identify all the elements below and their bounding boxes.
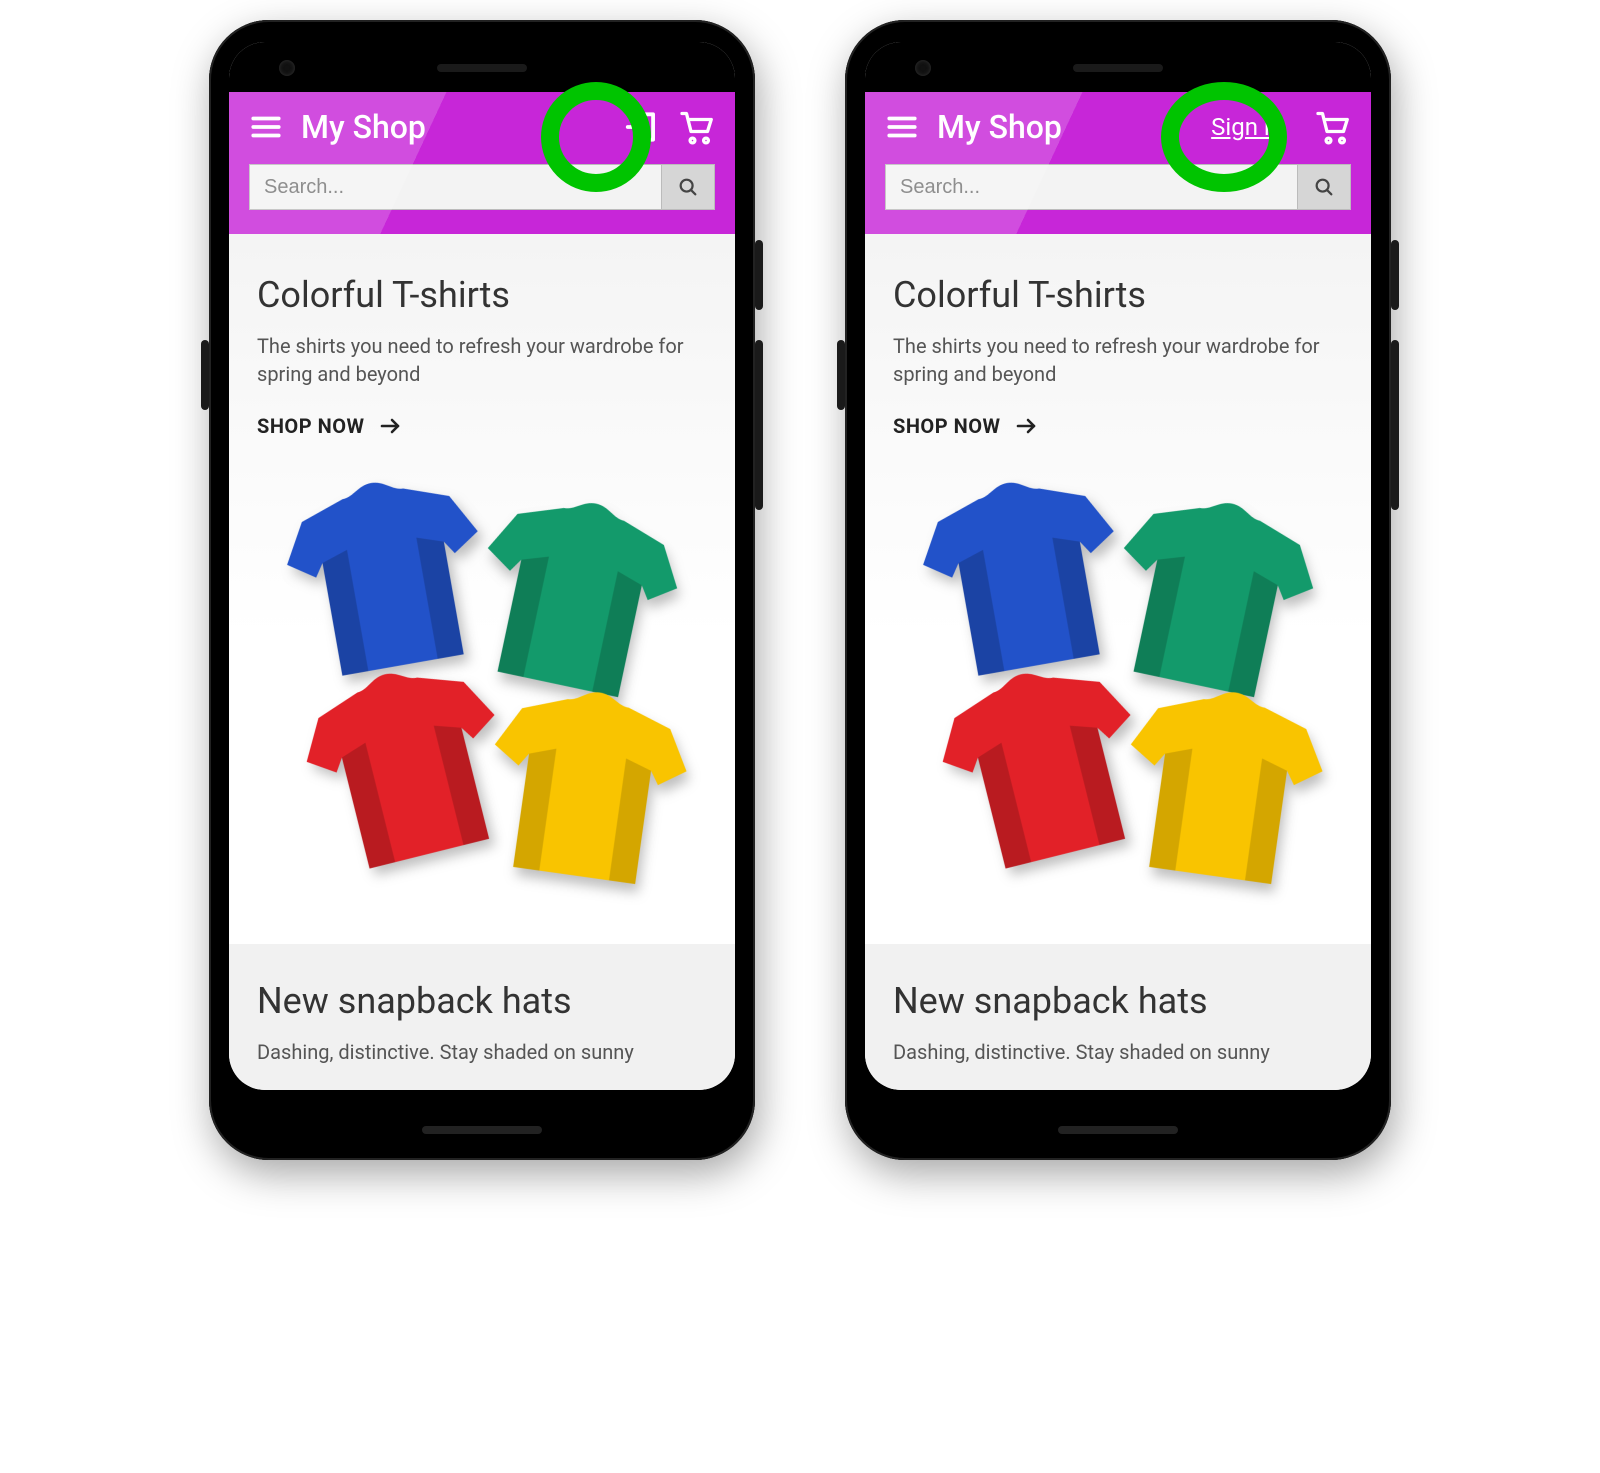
hero-subtitle: The shirts you need to refresh your ward… bbox=[257, 332, 707, 388]
hamburger-icon bbox=[249, 110, 283, 144]
product-image bbox=[267, 464, 697, 894]
power-button[interactable] bbox=[837, 340, 845, 410]
cart-icon bbox=[679, 109, 715, 145]
shop-now-label: SHOP NOW bbox=[257, 414, 365, 438]
hero-title: Colorful T-shirts bbox=[257, 274, 707, 316]
search-row bbox=[249, 164, 715, 210]
hats-subtitle: Dashing, distinctive. Stay shaded on sun… bbox=[893, 1038, 1343, 1066]
hats-subtitle: Dashing, distinctive. Stay shaded on sun… bbox=[257, 1038, 707, 1066]
hats-title: New snapback hats bbox=[257, 980, 707, 1022]
app-title: My Shop bbox=[301, 108, 426, 146]
volume-up-button[interactable] bbox=[755, 240, 763, 310]
search-row bbox=[885, 164, 1351, 210]
app-header: My Shop Sign in bbox=[865, 92, 1371, 234]
hats-title: New snapback hats bbox=[893, 980, 1343, 1022]
signin-button[interactable] bbox=[623, 108, 661, 146]
volume-down-button[interactable] bbox=[1391, 340, 1399, 510]
tshirt-yellow bbox=[1089, 658, 1357, 909]
hero-section: Colorful T-shirts The shirts you need to… bbox=[229, 234, 735, 904]
section-hats: New snapback hats Dashing, distinctive. … bbox=[229, 944, 735, 1090]
search-button[interactable] bbox=[1297, 164, 1351, 210]
topbar: My Shop Sign in bbox=[885, 108, 1351, 146]
bezel-top bbox=[865, 42, 1371, 92]
bezel-top bbox=[229, 42, 735, 92]
front-camera bbox=[279, 60, 295, 76]
arrow-right-icon bbox=[379, 414, 403, 438]
speaker-bottom bbox=[422, 1126, 542, 1134]
search-input[interactable] bbox=[249, 164, 661, 210]
search-input[interactable] bbox=[885, 164, 1297, 210]
product-image bbox=[903, 464, 1333, 894]
cart-icon bbox=[1315, 109, 1351, 145]
cart-button[interactable] bbox=[1315, 109, 1351, 145]
speaker-top bbox=[1073, 64, 1163, 72]
hero-title: Colorful T-shirts bbox=[893, 274, 1343, 316]
menu-button[interactable] bbox=[885, 110, 919, 144]
hero-subtitle: The shirts you need to refresh your ward… bbox=[893, 332, 1343, 388]
power-button[interactable] bbox=[201, 340, 209, 410]
screen: My Shop Sign in Colorful T-shirts The sh… bbox=[865, 42, 1371, 1090]
search-button[interactable] bbox=[661, 164, 715, 210]
section-hats: New snapback hats Dashing, distinctive. … bbox=[865, 944, 1371, 1090]
cart-button[interactable] bbox=[679, 109, 715, 145]
hamburger-icon bbox=[885, 110, 919, 144]
signin-link[interactable]: Sign in bbox=[1211, 113, 1283, 141]
shop-now-button[interactable]: SHOP NOW bbox=[257, 414, 707, 438]
speaker-bottom bbox=[1058, 1126, 1178, 1134]
menu-button[interactable] bbox=[249, 110, 283, 144]
front-camera bbox=[915, 60, 931, 76]
topbar: My Shop bbox=[249, 108, 715, 146]
phone-mockup-right: My Shop Sign in Colorful T-shirts The sh… bbox=[845, 20, 1391, 1160]
search-icon bbox=[1313, 176, 1335, 198]
volume-up-button[interactable] bbox=[1391, 240, 1399, 310]
tshirt-yellow bbox=[453, 658, 721, 909]
speaker-top bbox=[437, 64, 527, 72]
app-title: My Shop bbox=[937, 108, 1062, 146]
volume-down-button[interactable] bbox=[755, 340, 763, 510]
login-icon bbox=[623, 108, 661, 146]
screen: My Shop Colorful T-shirts The shirts you… bbox=[229, 42, 735, 1090]
shop-now-button[interactable]: SHOP NOW bbox=[893, 414, 1343, 438]
phone-mockup-left: My Shop Colorful T-shirts The shirts you… bbox=[209, 20, 755, 1160]
search-icon bbox=[677, 176, 699, 198]
app-header: My Shop bbox=[229, 92, 735, 234]
hero-section: Colorful T-shirts The shirts you need to… bbox=[865, 234, 1371, 904]
shop-now-label: SHOP NOW bbox=[893, 414, 1001, 438]
arrow-right-icon bbox=[1015, 414, 1039, 438]
